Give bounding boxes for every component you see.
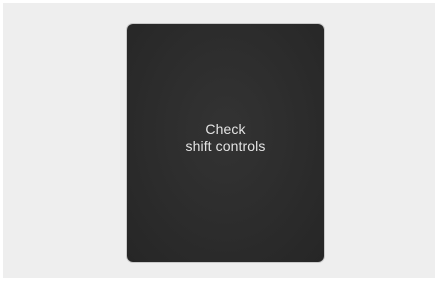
instrument-display: Check shift controls — [127, 24, 324, 262]
message-line-1: Check — [205, 121, 246, 137]
warning-message: Check shift controls — [127, 121, 324, 155]
background-panel: Check shift controls — [3, 3, 435, 278]
message-line-2: shift controls — [185, 138, 266, 154]
